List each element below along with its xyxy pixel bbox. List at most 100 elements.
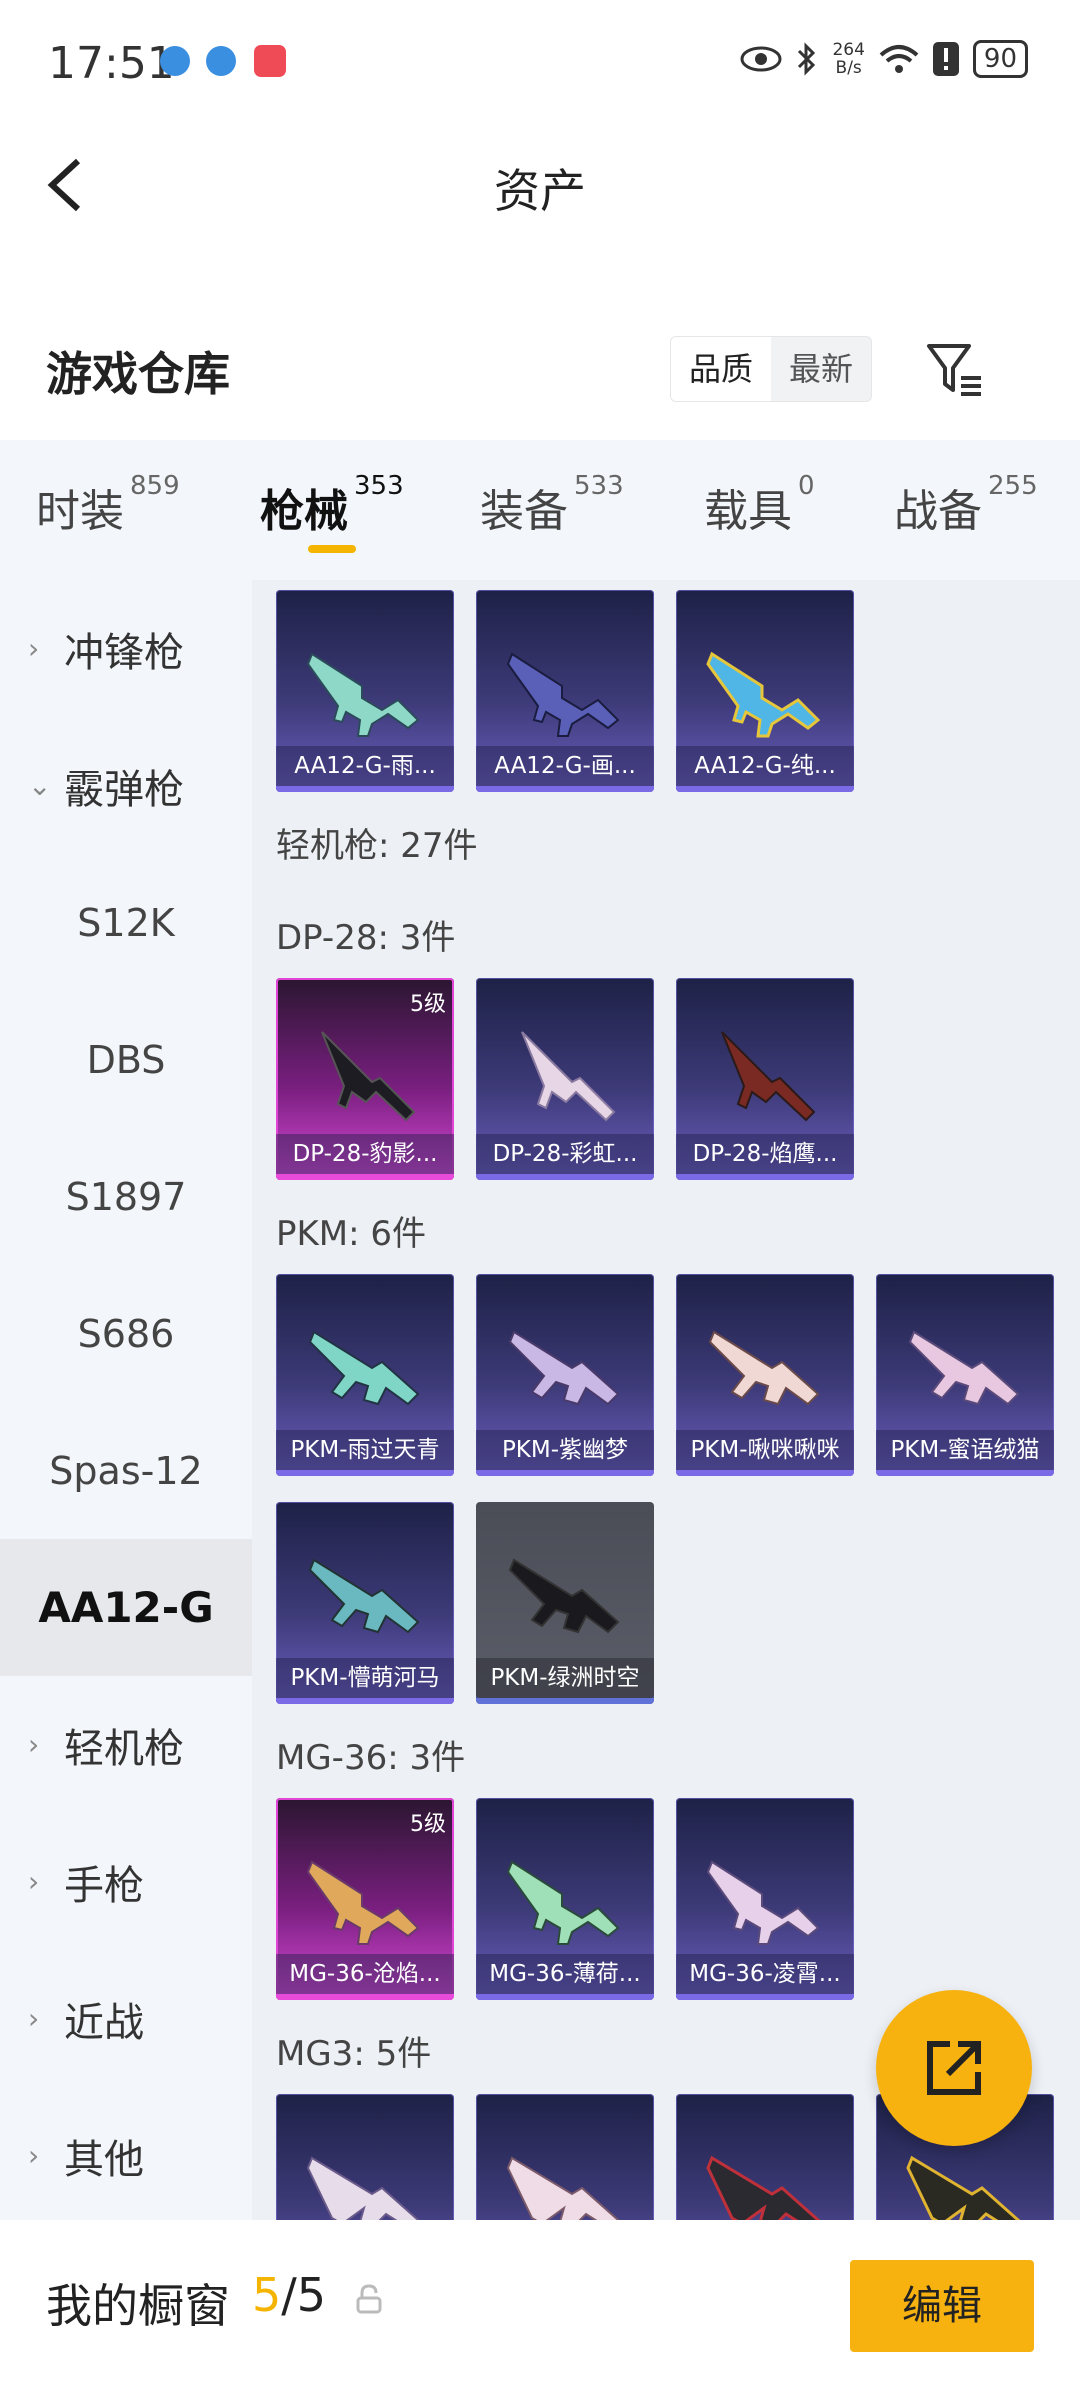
weapon-card[interactable] xyxy=(476,2094,654,2220)
shopping-notification-icon xyxy=(254,45,286,77)
sort-quality-button[interactable]: 品质 xyxy=(671,337,771,401)
group-label: MG3: 5件 xyxy=(276,2034,432,2074)
sidebar-item-s12k[interactable]: S12K xyxy=(0,854,252,991)
weapon-card[interactable]: DP-28-焰鹰... xyxy=(676,978,854,1180)
section-title: 游戏仓库 xyxy=(46,347,230,401)
weapon-name: MG-36-薄荷... xyxy=(476,1954,654,1994)
weapon-card[interactable]: 5级 DP-28-豹影... xyxy=(276,978,454,1180)
tab-equipment[interactable]: 装备 533 xyxy=(480,471,624,539)
weapon-category-sidebar: › 冲锋枪 ⌄ 霰弹枪 S12K DBS S1897 S686 Spas-12 AA… xyxy=(0,580,252,2220)
sidebar-item-shotgun[interactable]: ⌄ 霰弹枪 xyxy=(0,717,252,854)
group-label: PKM: 6件 xyxy=(276,1214,427,1254)
lmg-skin-icon xyxy=(506,2156,620,2220)
asset-tabs: 时装 859 枪械 353 装备 533 载具 0 战备 255 xyxy=(0,440,1080,580)
warehouse-section-header: 游戏仓库 品质 最新 xyxy=(0,320,1080,440)
weapon-card[interactable]: PKM-啾咪啾咪 xyxy=(676,1274,854,1476)
chevron-down-icon: ⌄ xyxy=(28,769,52,802)
lmg-skin-icon xyxy=(508,1558,620,1634)
rifle-skin-icon xyxy=(306,652,420,737)
showcase-bar: 我的橱窗 5/5 编辑 xyxy=(0,2220,1080,2382)
weapon-name: PKM-啾咪啾咪 xyxy=(676,1430,854,1470)
weapon-name: AA12-G-雨... xyxy=(276,746,454,786)
group-label: MG-36: 3件 xyxy=(276,1738,466,1778)
share-button[interactable] xyxy=(876,1990,1032,2146)
chevron-right-icon: › xyxy=(28,632,40,665)
weapon-name: PKM-懵萌河马 xyxy=(276,1658,454,1698)
weapon-card[interactable] xyxy=(276,2094,454,2220)
sidebar-item-pistol[interactable]: › 手枪 xyxy=(0,1813,252,1950)
lmg-skin-icon xyxy=(908,1330,1020,1406)
weapon-grid: AA12-G-雨... AA12-G-画... AA12-G-纯... 轻机枪:… xyxy=(252,580,1080,2220)
sidebar-item-aa12g[interactable]: AA12-G xyxy=(0,1539,252,1676)
weapon-card[interactable]: AA12-G-画... xyxy=(476,590,654,792)
lmg-skin-icon xyxy=(521,1031,616,1122)
weapon-card[interactable]: PKM-雨过天青 xyxy=(276,1274,454,1476)
active-tab-indicator xyxy=(308,545,356,553)
weapon-name: DP-28-豹影... xyxy=(276,1134,454,1174)
sidebar-item-s686[interactable]: S686 xyxy=(0,1265,252,1402)
network-speed: 264 B/s xyxy=(832,40,865,78)
rifle-skin-icon xyxy=(506,652,620,737)
weapon-card[interactable]: AA12-G-雨... xyxy=(276,590,454,792)
weapon-card[interactable]: AA12-G-纯... xyxy=(676,590,854,792)
alert-icon xyxy=(932,42,959,76)
lmg-skin-icon xyxy=(706,2155,821,2220)
weapon-card[interactable]: PKM-懵萌河马 xyxy=(276,1502,454,1704)
bluetooth-icon xyxy=(798,42,816,76)
tab-fashion[interactable]: 时装 859 xyxy=(36,471,180,539)
eye-icon xyxy=(740,46,782,72)
sidebar-item-spas12[interactable]: Spas-12 xyxy=(0,1402,252,1539)
sidebar-item-s1897[interactable]: S1897 xyxy=(0,1128,252,1265)
chevron-right-icon: › xyxy=(28,2002,40,2035)
weapon-card[interactable]: MG-36-薄荷... xyxy=(476,1798,654,2000)
lmg-skin-icon xyxy=(321,1031,416,1122)
rifle-skin-icon xyxy=(706,651,821,738)
weapon-card[interactable] xyxy=(676,2094,854,2220)
weapon-card[interactable]: MG-36-凌霄... xyxy=(676,1798,854,2000)
sort-toggle: 品质 最新 xyxy=(670,336,872,402)
filter-icon[interactable] xyxy=(925,340,989,404)
sidebar-item-smg[interactable]: › 冲锋枪 xyxy=(0,580,252,717)
weapon-card[interactable]: PKM-蜜语绒猫 xyxy=(876,1274,1054,1476)
status-time: 17:51 xyxy=(48,38,175,89)
weapon-name: PKM-雨过天青 xyxy=(276,1430,454,1470)
weapon-name: DP-28-焰鹰... xyxy=(676,1134,854,1174)
showcase-label: 我的橱窗 xyxy=(46,2279,230,2333)
edit-button[interactable]: 编辑 xyxy=(850,2260,1034,2352)
app-notification-icon xyxy=(160,46,190,76)
sidebar-item-lmg[interactable]: › 轻机枪 xyxy=(0,1676,252,1813)
rifle-skin-icon xyxy=(506,1860,620,1945)
sort-newest-button[interactable]: 最新 xyxy=(771,337,871,401)
weapon-card[interactable]: DP-28-彩虹... xyxy=(476,978,654,1180)
weapon-name: PKM-蜜语绒猫 xyxy=(876,1430,1054,1470)
weapon-name: MG-36-凌霄... xyxy=(676,1954,854,1994)
sidebar-item-other[interactable]: › 其他 xyxy=(0,2087,252,2224)
app-notification-icon xyxy=(206,46,236,76)
sidebar-item-melee[interactable]: › 近战 xyxy=(0,1950,252,2087)
tab-combat-supplies[interactable]: 战备 255 xyxy=(894,471,1038,539)
weapon-card[interactable]: PKM-绿洲时空 xyxy=(476,1502,654,1704)
weapon-card[interactable]: 5级 MG-36-沧焰... xyxy=(276,1798,454,2000)
category-count-label: 轻机枪: 27件 xyxy=(276,826,478,866)
group-label: DP-28: 3件 xyxy=(276,918,456,958)
chevron-right-icon: › xyxy=(28,1865,40,1898)
tab-vehicles[interactable]: 载具 0 xyxy=(704,471,815,539)
showcase-count: 5/5 xyxy=(252,2268,327,2322)
lmg-skin-icon xyxy=(721,1031,816,1122)
weapon-name: AA12-G-画... xyxy=(476,746,654,786)
top-navigation: 资产 xyxy=(0,125,1080,245)
page-title: 资产 xyxy=(494,164,586,218)
share-external-icon xyxy=(927,2041,981,2095)
weapon-name: PKM-紫幽梦 xyxy=(476,1430,654,1470)
lmg-skin-icon xyxy=(308,1330,420,1406)
chevron-right-icon: › xyxy=(28,1728,40,1761)
weapon-card[interactable]: PKM-紫幽梦 xyxy=(476,1274,654,1476)
tab-firearms[interactable]: 枪械 353 xyxy=(260,471,404,539)
status-bar: 17:51 264 B/s 90 xyxy=(0,0,1080,125)
lmg-skin-icon xyxy=(306,2156,420,2220)
weapon-name: DP-28-彩虹... xyxy=(476,1134,654,1174)
weapon-name: PKM-绿洲时空 xyxy=(476,1658,654,1698)
lmg-skin-icon xyxy=(508,1330,620,1406)
sidebar-item-dbs[interactable]: DBS xyxy=(0,991,252,1128)
rifle-skin-icon xyxy=(306,1860,420,1945)
